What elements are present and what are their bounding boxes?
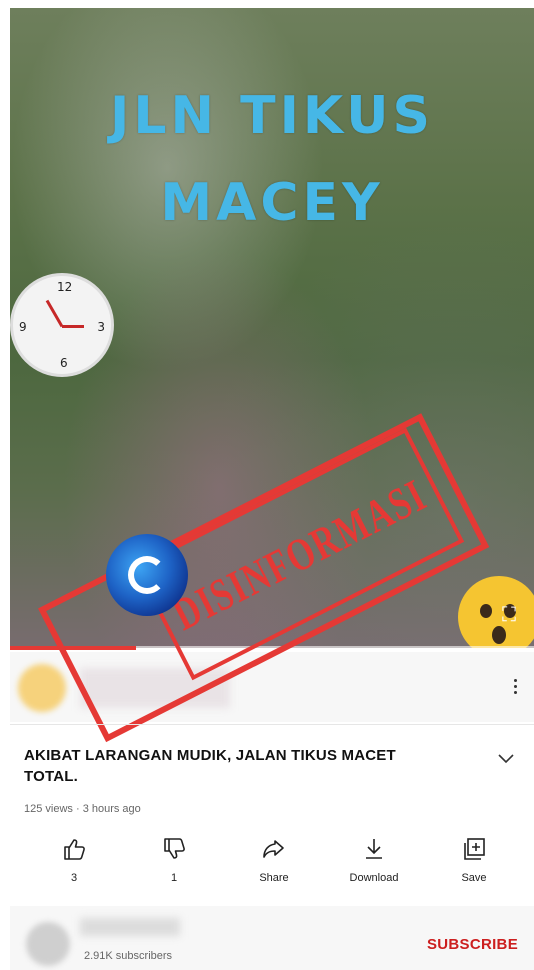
subscribe-button[interactable]: SUBSCRIBE — [427, 936, 518, 953]
clock-minute-hand — [45, 299, 64, 328]
video-overlay-line2: MACEY — [160, 173, 384, 233]
like-button[interactable]: 3 — [34, 836, 114, 884]
video-title[interactable]: AKIBAT LARANGAN MUDIK, JALAN TIKUS MACET… — [24, 745, 454, 787]
download-label: Download — [349, 872, 399, 884]
download-icon — [366, 839, 382, 859]
share-button[interactable]: Share — [234, 836, 314, 884]
save-icon — [464, 838, 485, 860]
clock-number-9: 9 — [19, 320, 27, 334]
clock-number-12: 12 — [57, 280, 73, 294]
save-button[interactable]: Save — [434, 836, 514, 884]
save-label: Save — [461, 872, 487, 884]
thumbs-down-icon — [164, 838, 185, 859]
dislike-button[interactable]: 1 — [134, 836, 214, 884]
share-label: Share — [259, 872, 289, 884]
fullscreen-icon[interactable]: ⛶ — [498, 604, 520, 626]
blurred-thumbnail — [18, 664, 66, 712]
dislike-count: 1 — [170, 872, 178, 884]
blurred-channel-name — [80, 918, 180, 936]
more-options-icon[interactable] — [508, 672, 522, 700]
clock-icon: 12 3 6 9 — [10, 273, 114, 377]
divider — [10, 724, 534, 725]
like-count: 3 — [70, 872, 78, 884]
clock-hour-hand — [62, 325, 84, 328]
video-meta: 125 views · 3 hours ago — [24, 803, 141, 815]
chevron-down-icon[interactable] — [496, 750, 516, 766]
video-overlay-line1: JLN TIKUS — [110, 86, 434, 146]
clock-number-6: 6 — [60, 356, 68, 370]
share-icon — [263, 840, 284, 858]
subscriber-count: 2.91K subscribers — [84, 950, 173, 962]
app-frame: JLN TIKUS MACEY 12 3 6 9 ⛶ DISINFORMASI … — [0, 0, 534, 970]
avatar[interactable] — [26, 922, 70, 966]
download-button[interactable]: Download — [334, 836, 414, 884]
clock-number-3: 3 — [97, 320, 105, 334]
thumbs-up-icon — [64, 839, 85, 860]
ministry-logo-icon — [106, 534, 188, 616]
action-bar: 3 1 Share Download Save — [24, 836, 524, 896]
